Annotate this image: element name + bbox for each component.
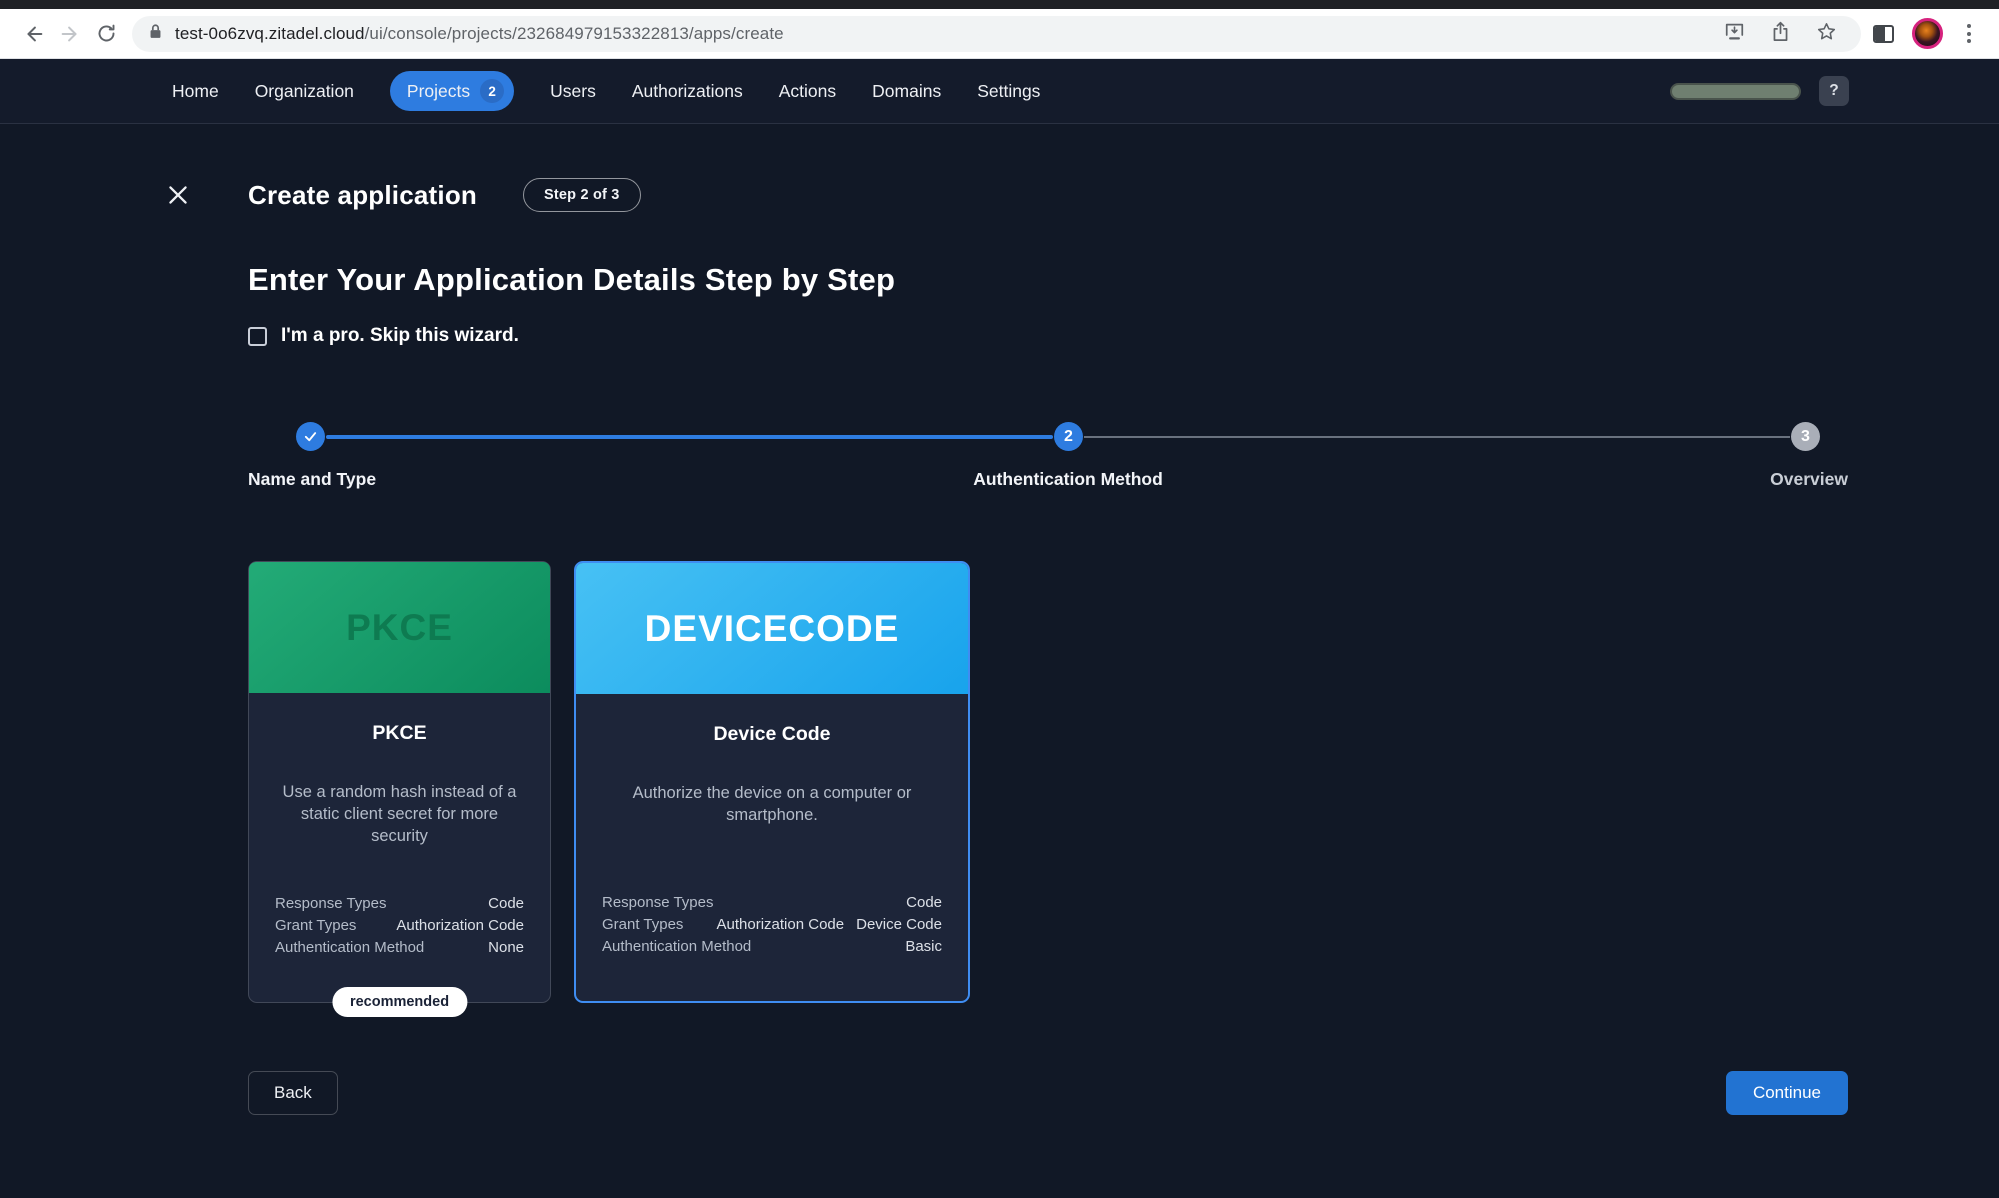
- detail-row: Response Types Code: [602, 894, 942, 911]
- pkce-banner: PKCE: [249, 562, 550, 693]
- url-path: /ui/console/projects/232684979153322813/…: [365, 24, 784, 43]
- url-text: test-0o6zvq.zitadel.cloud/ui/console/pro…: [175, 24, 1710, 44]
- wizard-heading: Enter Your Application Details Step by S…: [248, 262, 1848, 298]
- console-nav: Home Organization Projects 2 Users Autho…: [0, 59, 1999, 124]
- help-button[interactable]: ?: [1819, 76, 1849, 106]
- step-1-circle[interactable]: [296, 422, 325, 451]
- detail-value: Code: [906, 894, 942, 911]
- devicecode-banner: DEVICECODE: [576, 563, 968, 694]
- url-domain: test-0o6zvq.zitadel.cloud: [175, 24, 365, 43]
- pkce-title: PKCE: [372, 722, 426, 745]
- devicecode-card-body: Device Code Authorize the device on a co…: [576, 694, 968, 1001]
- stepper-line-done: [326, 435, 1053, 439]
- nav-item-projects[interactable]: Projects 2: [390, 71, 514, 111]
- browser-controls: [1873, 18, 1983, 49]
- devicecode-details: Response Types Code Grant Types Authoriz…: [602, 894, 942, 955]
- nav-item-settings[interactable]: Settings: [977, 81, 1040, 102]
- detail-label: Authentication Method: [275, 939, 424, 956]
- detail-label: Grant Types: [602, 916, 683, 933]
- skip-wizard-label: I'm a pro. Skip this wizard.: [281, 325, 519, 347]
- step-3-circle[interactable]: 3: [1791, 422, 1820, 451]
- browser-toolbar: test-0o6zvq.zitadel.cloud/ui/console/pro…: [0, 9, 1999, 59]
- detail-value: Basic: [905, 938, 942, 955]
- nav-right: ?: [1670, 76, 1849, 106]
- wizard-actions: Back Continue: [248, 1071, 1848, 1115]
- address-bar[interactable]: test-0o6zvq.zitadel.cloud/ui/console/pro…: [132, 16, 1861, 52]
- nav-item-users[interactable]: Users: [550, 81, 596, 102]
- check-icon: [303, 429, 318, 444]
- step-3-label: Overview: [1770, 469, 1848, 490]
- org-loading-skeleton: [1670, 83, 1801, 100]
- detail-label: Grant Types: [275, 917, 356, 934]
- projects-count-badge: 2: [480, 79, 504, 103]
- close-icon[interactable]: [162, 179, 194, 211]
- detail-value: Authorization Code: [717, 916, 845, 933]
- nav-item-organization[interactable]: Organization: [255, 81, 354, 102]
- nav-item-actions[interactable]: Actions: [779, 81, 836, 102]
- step-chip: Step 2 of 3: [523, 178, 641, 212]
- detail-label: Response Types: [275, 895, 386, 912]
- nav-items: Home Organization Projects 2 Users Autho…: [172, 71, 1040, 111]
- forward-icon[interactable]: [52, 16, 88, 52]
- devicecode-title: Device Code: [713, 723, 830, 746]
- omnibox-actions: [1724, 21, 1847, 47]
- nav-item-home[interactable]: Home: [172, 81, 219, 102]
- step-2-circle[interactable]: 2: [1054, 422, 1083, 451]
- wizard-content: Enter Your Application Details Step by S…: [248, 262, 1848, 1115]
- devicecode-description: Authorize the device on a computer or sm…: [602, 783, 942, 827]
- detail-label: Response Types: [602, 894, 713, 911]
- zitadel-console-window: test-0o6zvq.zitadel.cloud/ui/console/pro…: [0, 0, 1999, 1198]
- auth-method-card-devicecode[interactable]: DEVICECODE Device Code Authorize the dev…: [574, 561, 970, 1003]
- wizard-header: Create application Step 2 of 3: [162, 178, 1999, 212]
- detail-row: Grant Types Authorization Code: [275, 917, 524, 934]
- wizard-stepper: 2 3 Name and Type Authentication Method …: [248, 422, 1848, 498]
- auth-method-cards: PKCE PKCE Use a random hash instead of a…: [248, 561, 1848, 1003]
- pkce-card-body: PKCE Use a random hash instead of a stat…: [249, 693, 550, 1002]
- back-button[interactable]: Back: [248, 1071, 338, 1115]
- detail-row: Authentication Method Basic: [602, 938, 942, 955]
- nav-item-domains[interactable]: Domains: [872, 81, 941, 102]
- nav-item-authorizations[interactable]: Authorizations: [632, 81, 743, 102]
- detail-value-2: Device Code: [856, 916, 942, 933]
- detail-label: Authentication Method: [602, 938, 751, 955]
- page-title: Create application: [248, 180, 477, 211]
- skip-wizard-row: I'm a pro. Skip this wizard.: [248, 325, 1848, 347]
- step-1-label: Name and Type: [248, 469, 376, 490]
- bookmark-star-icon[interactable]: [1816, 21, 1837, 47]
- auth-method-card-pkce[interactable]: PKCE PKCE Use a random hash instead of a…: [248, 561, 551, 1003]
- browser-menu-icon[interactable]: [1961, 20, 1977, 47]
- reload-icon[interactable]: [88, 16, 124, 52]
- side-panel-icon[interactable]: [1873, 25, 1894, 43]
- lock-icon: [148, 23, 163, 45]
- skip-wizard-checkbox[interactable]: [248, 327, 267, 346]
- continue-button[interactable]: Continue: [1726, 1071, 1848, 1115]
- detail-row: Grant Types Authorization Code Device Cod…: [602, 916, 942, 933]
- recommended-badge: recommended: [332, 987, 467, 1017]
- detail-value: Authorization Code: [396, 917, 524, 934]
- step-2-label: Authentication Method: [973, 469, 1163, 490]
- pkce-details: Response Types Code Grant Types Authoriz…: [275, 895, 524, 956]
- browser-tab-strip: [0, 0, 1999, 9]
- install-icon[interactable]: [1724, 22, 1745, 46]
- stepper-line-todo: [1084, 436, 1790, 438]
- detail-row: Authentication Method None: [275, 939, 524, 956]
- back-icon[interactable]: [16, 16, 52, 52]
- detail-row: Response Types Code: [275, 895, 524, 912]
- detail-value: None: [488, 939, 524, 956]
- pkce-description: Use a random hash instead of a static cl…: [275, 782, 524, 848]
- detail-value: Code: [488, 895, 524, 912]
- nav-item-projects-label: Projects: [407, 81, 470, 102]
- profile-avatar[interactable]: [1912, 18, 1943, 49]
- share-icon[interactable]: [1771, 21, 1790, 47]
